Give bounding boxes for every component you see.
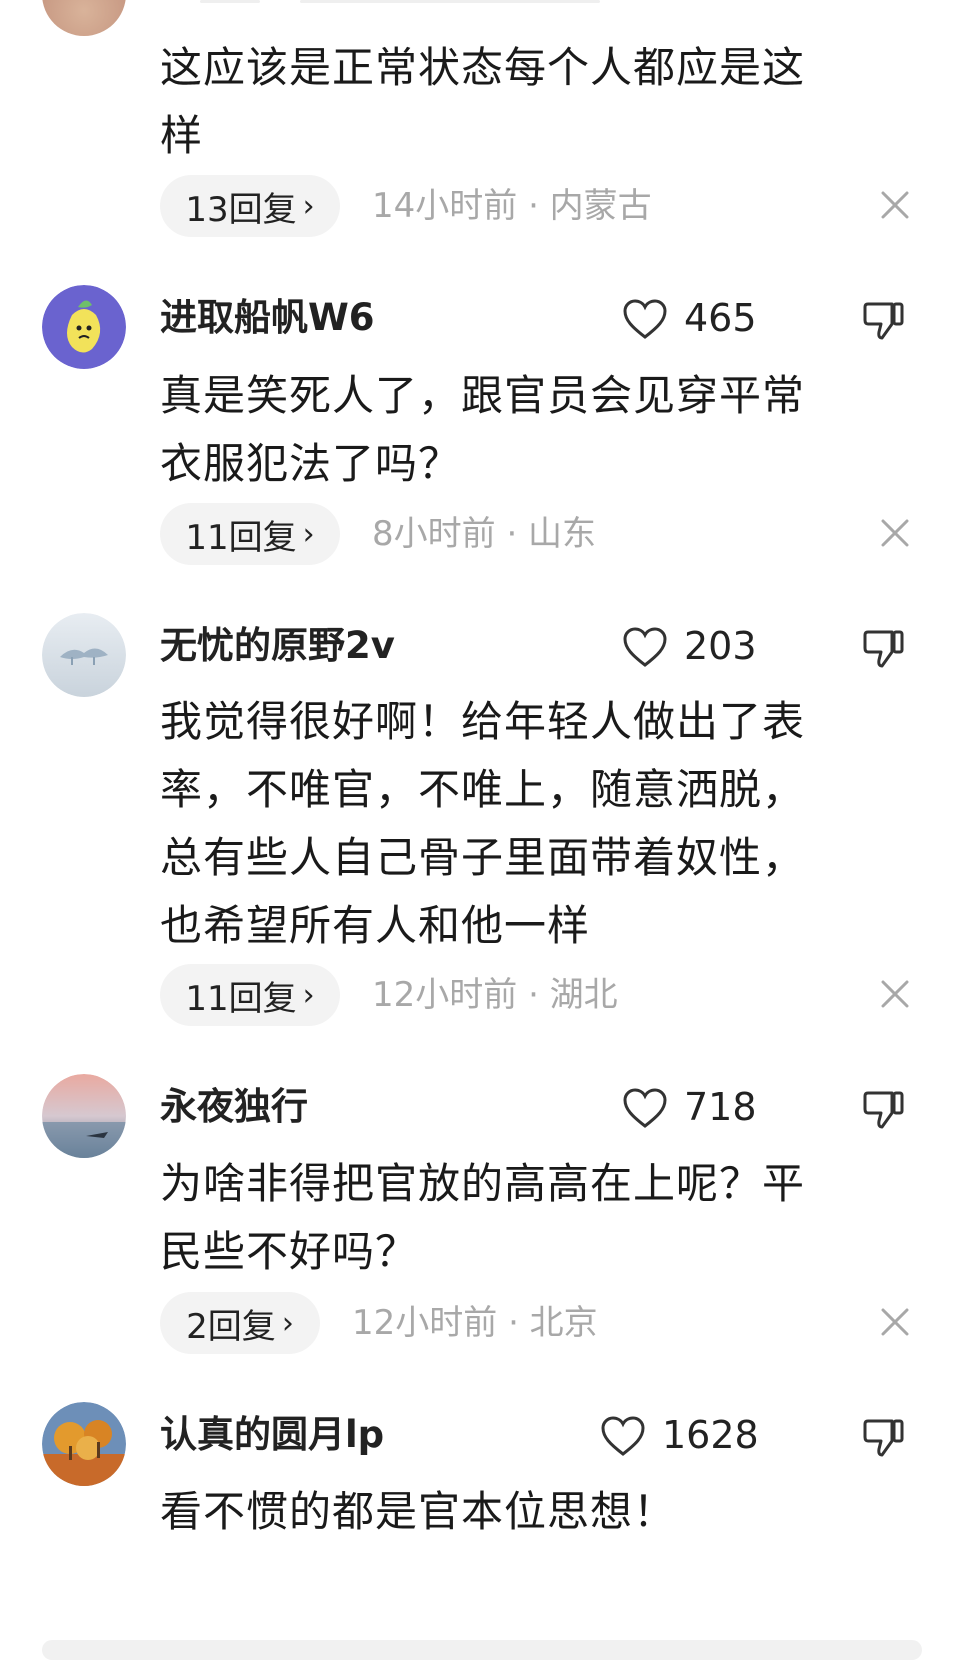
comment-text-line: 真是笑死人了，跟官员会见穿平常 bbox=[160, 371, 806, 420]
reply-count: 2回复 bbox=[186, 1306, 276, 1347]
like-count: 1628 bbox=[662, 1413, 759, 1457]
like-count: 465 bbox=[684, 296, 757, 340]
reply-button[interactable]: 13回复 › bbox=[160, 175, 340, 237]
comment-text: 我觉得很好啊！给年轻人做出了表 率，不唯官，不唯上，随意洒脱， 总有些人自己骨子… bbox=[160, 688, 900, 960]
comment-meta: 12小时前 · 湖北 bbox=[372, 975, 618, 1015]
reply-count: 13回复 bbox=[185, 189, 297, 230]
comment-meta: 8小时前 · 山东 bbox=[372, 514, 597, 554]
chevron-right-icon: › bbox=[302, 977, 315, 1013]
close-icon[interactable] bbox=[878, 1305, 912, 1339]
divider bbox=[200, 0, 260, 3]
thumbs-down-icon[interactable] bbox=[862, 298, 906, 342]
heart-outline-icon[interactable] bbox=[600, 1415, 646, 1457]
chevron-right-icon: › bbox=[302, 188, 315, 224]
avatar[interactable] bbox=[42, 1402, 126, 1486]
comment-text-line: 我觉得很好啊！给年轻人做出了表 bbox=[160, 697, 806, 746]
avatar[interactable] bbox=[42, 285, 126, 369]
comment-text: 真是笑死人了，跟官员会见穿平常 衣服犯法了吗？ bbox=[160, 362, 900, 498]
comment-text-line: 也希望所有人和他一样 bbox=[160, 901, 591, 950]
username[interactable]: 永夜独行 bbox=[160, 1083, 308, 1131]
thumbs-down-icon[interactable] bbox=[862, 1415, 906, 1459]
comment-text-line: 衣服犯法了吗？ bbox=[160, 439, 462, 488]
username[interactable]: 进取船帆W6 bbox=[160, 294, 375, 342]
avatar[interactable] bbox=[42, 0, 126, 36]
reply-count: 11回复 bbox=[185, 978, 297, 1019]
comment-text-line: 这应该是正常状态每个人都应是这 bbox=[160, 43, 806, 92]
comment-meta: 14小时前 · 内蒙古 bbox=[372, 186, 652, 226]
chevron-right-icon: › bbox=[302, 516, 315, 552]
username[interactable]: 无忧的原野2v bbox=[160, 622, 395, 670]
reply-button[interactable]: 2回复 › bbox=[160, 1292, 320, 1354]
comment-text-line: 样 bbox=[160, 111, 204, 160]
close-icon[interactable] bbox=[878, 977, 912, 1011]
like-count: 203 bbox=[684, 624, 757, 668]
close-icon[interactable] bbox=[878, 516, 912, 550]
comment-text: 看不惯的都是官本位思想！ bbox=[160, 1478, 900, 1546]
avatar[interactable] bbox=[42, 613, 126, 697]
chevron-right-icon: › bbox=[281, 1305, 294, 1341]
comment-text: 为啥非得把官放的高高在上呢？平 民些不好吗？ bbox=[160, 1150, 900, 1286]
reply-button[interactable]: 11回复 › bbox=[160, 503, 340, 565]
reply-count: 11回复 bbox=[185, 517, 297, 558]
comment-text: 这应该是正常状态每个人都应是这 样 bbox=[160, 34, 900, 170]
divider bbox=[300, 0, 600, 3]
comment-text-line: 看不惯的都是官本位思想！ bbox=[160, 1487, 677, 1536]
thumbs-down-icon[interactable] bbox=[862, 1087, 906, 1131]
heart-outline-icon[interactable] bbox=[622, 1087, 668, 1129]
comment-meta: 12小时前 · 北京 bbox=[352, 1303, 598, 1343]
like-count: 718 bbox=[684, 1085, 757, 1129]
comment-text-line: 民些不好吗？ bbox=[160, 1227, 419, 1276]
avatar[interactable] bbox=[42, 1074, 126, 1158]
bottom-bar bbox=[42, 1640, 922, 1660]
comment-text-line: 为啥非得把官放的高高在上呢？平 bbox=[160, 1159, 806, 1208]
heart-outline-icon[interactable] bbox=[622, 626, 668, 668]
comment-text-line: 总有些人自己骨子里面带着奴性， bbox=[160, 833, 806, 882]
comment-text-line: 率，不唯官，不唯上，随意洒脱， bbox=[160, 765, 806, 814]
thumbs-down-icon[interactable] bbox=[862, 626, 906, 670]
close-icon[interactable] bbox=[878, 188, 912, 222]
username[interactable]: 认真的圆月lp bbox=[160, 1411, 384, 1459]
reply-button[interactable]: 11回复 › bbox=[160, 964, 340, 1026]
heart-outline-icon[interactable] bbox=[622, 298, 668, 340]
